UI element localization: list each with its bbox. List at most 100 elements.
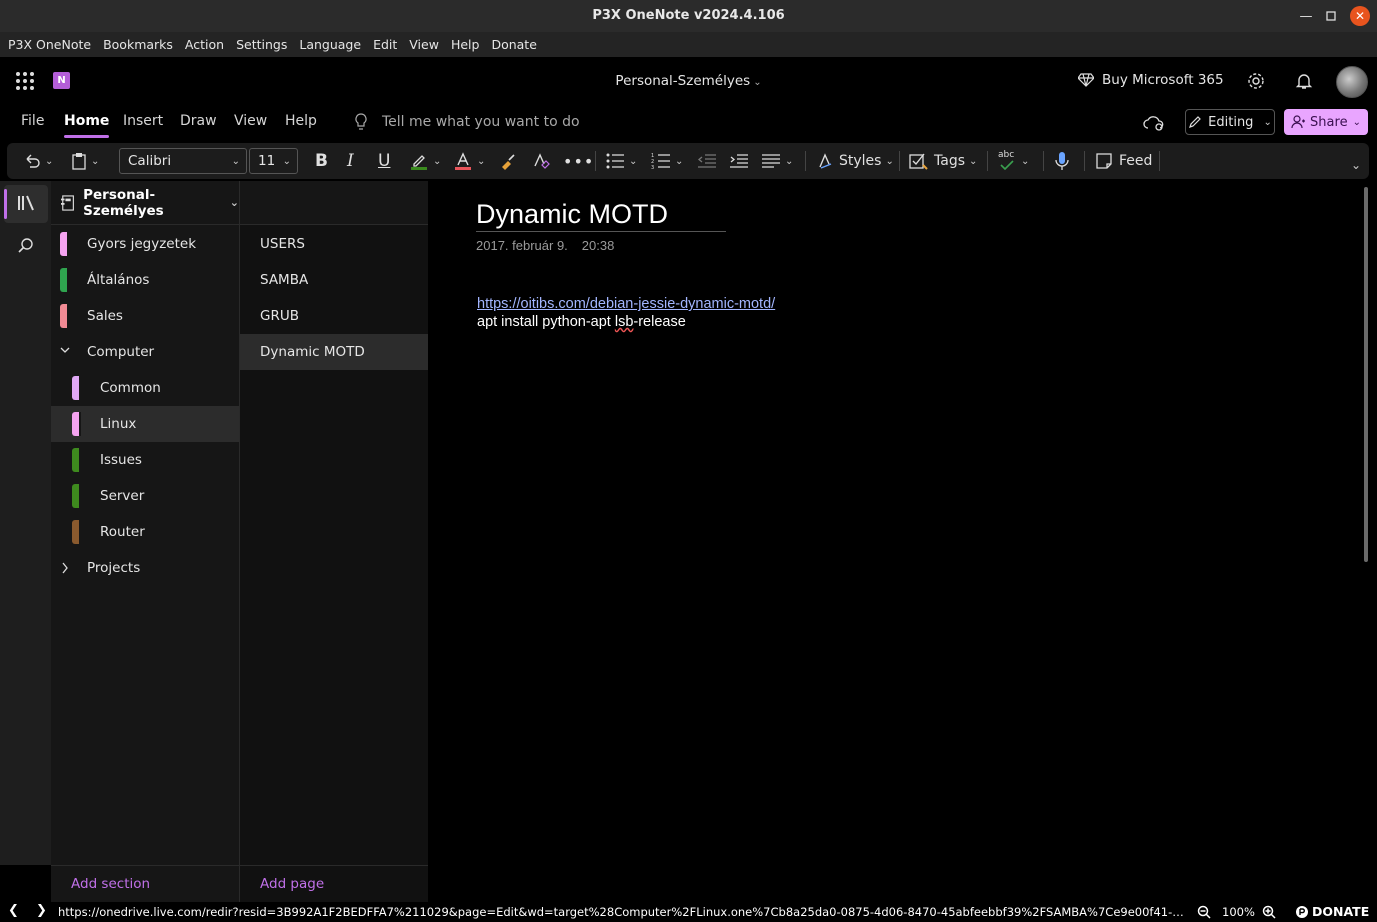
decrease-indent-icon[interactable] xyxy=(697,149,717,173)
minimize-icon[interactable]: — xyxy=(1296,6,1316,26)
styles-button[interactable]: Styles ⌄ xyxy=(817,149,894,173)
bullet-list-icon xyxy=(606,153,624,169)
numbered-list-icon: 123 xyxy=(651,153,670,170)
ribbon-divider xyxy=(805,151,806,171)
user-avatar[interactable] xyxy=(1336,66,1368,98)
page-link[interactable]: https://oitibs.com/debian-jessie-dynamic… xyxy=(477,296,775,312)
page-timestamp: 2017. február 9. 20:38 xyxy=(476,238,615,253)
settings-gear-icon[interactable] xyxy=(1246,71,1266,91)
alignment-button[interactable]: ⌄ xyxy=(761,149,793,173)
paste-button[interactable]: ⌄ xyxy=(71,149,99,173)
feed-icon xyxy=(1096,153,1112,169)
notifications-bell-icon[interactable] xyxy=(1294,71,1314,91)
bullets-button[interactable]: ⌄ xyxy=(605,149,637,173)
increase-indent-icon[interactable] xyxy=(729,149,749,173)
ribbon-tabs: File Home Insert Draw View Help Tell me … xyxy=(0,105,1377,143)
tab-draw[interactable]: Draw xyxy=(180,113,217,129)
maximize-icon[interactable] xyxy=(1321,6,1341,26)
sections-panel: Personal-Személyes ⌄ Gyors jegyzetek Álta… xyxy=(51,181,239,865)
section-color-tab xyxy=(72,376,81,400)
tab-home[interactable]: Home xyxy=(64,113,110,138)
menu-edit[interactable]: Edit xyxy=(367,37,403,52)
forward-arrow-icon[interactable]: ❯ xyxy=(36,903,47,918)
underline-button[interactable]: U xyxy=(378,149,390,173)
zoom-in-icon[interactable] xyxy=(1262,905,1276,922)
home-ribbon: ⌄ ⌄ Calibri ⌄ 11 ⌄ B I U ⌄ ⌄ ••• ⌄ 1 2 3 ⌄ ⌄ … xyxy=(7,143,1369,179)
editing-mode-button[interactable]: Editing ⌄ xyxy=(1185,109,1275,135)
sync-status-cloud-icon[interactable] xyxy=(1143,114,1165,136)
font-color-button[interactable]: ⌄ xyxy=(453,149,485,173)
page-canvas[interactable]: Dynamic MOTD 2017. február 9. 20:38 https… xyxy=(428,181,1377,902)
tab-help[interactable]: Help xyxy=(285,113,317,129)
feed-button[interactable]: Feed xyxy=(1095,149,1152,173)
add-section-button[interactable]: Add section xyxy=(51,865,239,902)
tab-insert[interactable]: Insert xyxy=(123,113,163,129)
page-item-users[interactable]: USERS xyxy=(240,226,429,262)
menu-view[interactable]: View xyxy=(403,37,445,52)
section-linux[interactable]: Linux xyxy=(51,406,239,442)
page-item-samba[interactable]: SAMBA xyxy=(240,262,429,298)
highlight-button[interactable]: ⌄ xyxy=(409,149,441,173)
menu-donate[interactable]: Donate xyxy=(485,37,542,52)
section-router[interactable]: Router xyxy=(51,514,239,550)
pages-panel: USERS SAMBA GRUB Dynamic MOTD xyxy=(239,225,429,865)
menu-action[interactable]: Action xyxy=(179,37,230,52)
clipboard-icon xyxy=(72,153,86,170)
clear-formatting-icon[interactable] xyxy=(531,149,551,173)
section-color-tab xyxy=(60,232,69,256)
menu-help[interactable]: Help xyxy=(445,37,486,52)
section-common[interactable]: Common xyxy=(51,370,239,406)
add-page-button[interactable]: Add page xyxy=(239,865,428,902)
align-icon xyxy=(762,154,780,168)
page-title[interactable]: Dynamic MOTD xyxy=(476,199,726,232)
italic-button[interactable]: I xyxy=(347,149,354,173)
section-server[interactable]: Server xyxy=(51,478,239,514)
search-icon[interactable] xyxy=(17,237,35,259)
undo-icon xyxy=(26,154,40,168)
menu-settings[interactable]: Settings xyxy=(230,37,293,52)
tab-view[interactable]: View xyxy=(234,113,267,129)
status-url: https://onedrive.live.com/redir?resid=3B… xyxy=(58,905,1188,919)
menu-bookmarks[interactable]: Bookmarks xyxy=(97,37,179,52)
numbering-button[interactable]: 1 2 3 ⌄ xyxy=(651,149,683,173)
section-group-computer[interactable]: Computer xyxy=(51,334,239,370)
spelling-button[interactable]: abc ⌄ xyxy=(997,149,1029,173)
expand-ribbon-chevron-icon[interactable]: ⌄ xyxy=(1347,153,1361,177)
page-body-text[interactable]: apt install python-apt lsb-release xyxy=(477,314,686,330)
section-group-projects[interactable]: Projects xyxy=(51,550,239,586)
section-color-tab xyxy=(60,268,69,292)
share-button[interactable]: Share ⌄ xyxy=(1284,109,1368,135)
page-item-grub[interactable]: GRUB xyxy=(240,298,429,334)
highlighter-icon xyxy=(411,155,427,170)
tell-me-search[interactable]: Tell me what you want to do xyxy=(354,113,580,131)
zoom-out-icon[interactable] xyxy=(1197,905,1211,922)
chevron-right-icon xyxy=(60,562,70,578)
font-name-dropdown[interactable]: Calibri ⌄ xyxy=(119,148,247,174)
close-icon[interactable]: ✕ xyxy=(1350,6,1370,26)
menu-language[interactable]: Language xyxy=(293,37,367,52)
section-altalanos[interactable]: Általános xyxy=(51,262,239,298)
dictate-microphone-icon[interactable] xyxy=(1054,149,1070,173)
notebooks-library-icon[interactable] xyxy=(17,194,37,216)
tab-file[interactable]: File xyxy=(21,113,44,129)
font-size-dropdown[interactable]: 11 ⌄ xyxy=(249,148,298,174)
tags-button[interactable]: Tags ⌄ xyxy=(909,149,977,173)
more-options-icon[interactable]: ••• xyxy=(563,149,594,173)
font-color-icon xyxy=(455,152,471,170)
styles-icon xyxy=(819,153,832,169)
vertical-scrollbar[interactable] xyxy=(1364,187,1368,562)
menu-p3x-onenote[interactable]: P3X OneNote xyxy=(2,37,97,52)
donate-button[interactable]: DONATE xyxy=(1295,904,1369,919)
buy-microsoft-365-button[interactable]: Buy Microsoft 365 xyxy=(1078,72,1224,88)
section-gyors-jegyzetek[interactable]: Gyors jegyzetek xyxy=(51,226,239,262)
format-painter-icon[interactable] xyxy=(499,149,517,173)
back-arrow-icon[interactable]: ❮ xyxy=(8,903,19,918)
section-issues[interactable]: Issues xyxy=(51,442,239,478)
undo-button[interactable]: ⌄ xyxy=(23,149,53,173)
page-item-dynamic-motd[interactable]: Dynamic MOTD xyxy=(240,334,429,370)
window-title: P3X OneNote v2024.4.106 xyxy=(592,8,785,23)
section-sales[interactable]: Sales xyxy=(51,298,239,334)
notebook-selector[interactable]: Personal-Személyes ⌄ xyxy=(51,181,239,225)
ribbon-divider xyxy=(987,151,988,171)
bold-button[interactable]: B xyxy=(315,149,328,173)
